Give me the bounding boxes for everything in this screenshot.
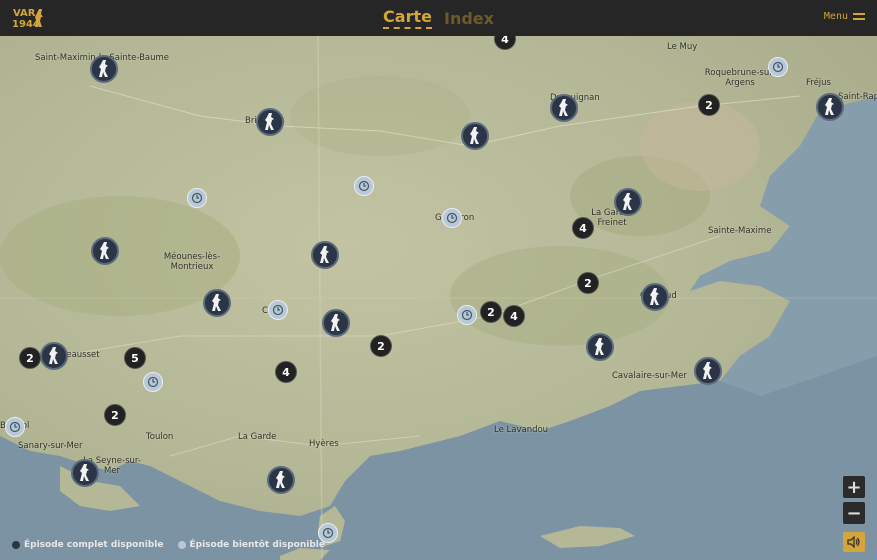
clock-icon <box>446 212 458 224</box>
episode-marker[interactable] <box>586 333 614 361</box>
cluster-marker[interactable]: 2 <box>19 347 41 369</box>
episode-marker[interactable] <box>256 108 284 136</box>
cluster-marker[interactable]: 2 <box>480 301 502 323</box>
clock-icon <box>322 527 334 539</box>
soldier-icon <box>212 294 221 311</box>
place-meounes: Méounes-lès-Montrieux <box>163 252 221 272</box>
coming-soon-marker[interactable] <box>268 300 288 320</box>
episode-marker[interactable] <box>322 309 350 337</box>
place-le-muy: Le Muy <box>667 42 698 52</box>
episode-marker[interactable] <box>203 289 231 317</box>
place-la-garde: La Garde <box>238 432 277 442</box>
clock-icon <box>147 376 159 388</box>
soldier-icon <box>623 193 632 210</box>
coming-soon-marker[interactable] <box>5 417 25 437</box>
episode-marker[interactable] <box>267 466 295 494</box>
light-dot-icon <box>177 541 186 549</box>
episode-marker[interactable] <box>40 342 68 370</box>
coming-soon-marker[interactable] <box>768 57 788 77</box>
cluster-marker[interactable]: 4 <box>572 217 594 239</box>
clock-icon <box>191 192 203 204</box>
episode-marker[interactable] <box>311 241 339 269</box>
cluster-marker[interactable]: 5 <box>124 347 146 369</box>
map-legend: Épisode complet disponible Épisode bient… <box>12 540 325 550</box>
episode-marker[interactable] <box>614 188 642 216</box>
soldier-icon <box>559 99 568 116</box>
episode-marker[interactable] <box>694 357 722 385</box>
episode-marker[interactable] <box>816 93 844 121</box>
legend-soon-label: Épisode bientôt disponible <box>189 540 326 550</box>
zoom-out-button[interactable]: − <box>843 502 865 524</box>
dark-dot-icon <box>12 541 20 549</box>
tab-index[interactable]: Index <box>444 9 494 28</box>
place-toulon: Toulon <box>146 432 174 442</box>
coming-soon-marker[interactable] <box>187 188 207 208</box>
clock-icon <box>358 180 370 192</box>
legend-soon: Épisode bientôt disponible <box>177 540 326 550</box>
coming-soon-marker[interactable] <box>354 176 374 196</box>
top-bar: VAR 1944 Carte Index Menu <box>0 0 877 36</box>
place-frejus: Fréjus <box>806 78 831 88</box>
clock-icon <box>272 304 284 316</box>
soldier-icon <box>825 98 834 115</box>
legend-complete: Épisode complet disponible <box>12 540 164 550</box>
cluster-marker[interactable]: 2 <box>577 272 599 294</box>
episode-marker[interactable] <box>90 55 118 83</box>
main-nav: Carte Index <box>0 0 877 36</box>
soldier-icon <box>276 471 285 488</box>
menu-button[interactable]: Menu <box>824 11 865 22</box>
coming-soon-marker[interactable] <box>457 305 477 325</box>
zoom-in-button[interactable]: + <box>843 476 865 498</box>
clock-icon <box>772 61 784 73</box>
cluster-marker[interactable]: 2 <box>370 335 392 357</box>
place-le-lavandou: Le Lavandou <box>494 425 549 435</box>
speaker-icon <box>847 536 860 548</box>
tab-carte[interactable]: Carte <box>383 7 432 29</box>
episode-marker[interactable] <box>71 459 99 487</box>
legend-complete-label: Épisode complet disponible <box>24 540 164 550</box>
cluster-marker[interactable]: 4 <box>275 361 297 383</box>
soldier-icon <box>265 113 274 130</box>
map-canvas[interactable]: Saint-Maximin-la-Sainte-Baume Brignoles … <box>0 36 877 560</box>
episode-marker[interactable] <box>91 237 119 265</box>
cluster-marker[interactable]: 4 <box>503 305 525 327</box>
soldier-icon <box>331 314 340 331</box>
cluster-marker[interactable]: 2 <box>104 404 126 426</box>
place-hyeres: Hyères <box>309 439 339 449</box>
soldier-icon <box>49 347 58 364</box>
soldier-icon <box>80 464 89 481</box>
hamburger-icon <box>853 13 865 20</box>
soldier-icon <box>595 338 604 355</box>
place-sanary: Sanary-sur-Mer <box>18 441 83 451</box>
episode-marker[interactable] <box>550 94 578 122</box>
soldier-icon <box>100 242 109 259</box>
soldier-icon <box>99 60 108 77</box>
soldier-icon <box>320 246 329 263</box>
coming-soon-marker[interactable] <box>442 208 462 228</box>
coming-soon-marker[interactable] <box>143 372 163 392</box>
soldier-icon <box>650 288 659 305</box>
episode-marker[interactable] <box>461 122 489 150</box>
map-background <box>0 36 877 560</box>
menu-label: Menu <box>823 11 848 22</box>
clock-icon <box>9 421 21 433</box>
sound-toggle-button[interactable] <box>843 532 865 552</box>
episode-marker[interactable] <box>641 283 669 311</box>
place-sainte-maxime: Sainte-Maxime <box>708 226 772 236</box>
soldier-icon <box>470 127 479 144</box>
soldier-icon <box>703 362 712 379</box>
place-cavalaire: Cavalaire-sur-Mer <box>612 371 687 381</box>
clock-icon <box>461 309 473 321</box>
cluster-marker[interactable]: 2 <box>698 94 720 116</box>
place-saint-raphael: Saint-Raphaël <box>838 92 877 102</box>
